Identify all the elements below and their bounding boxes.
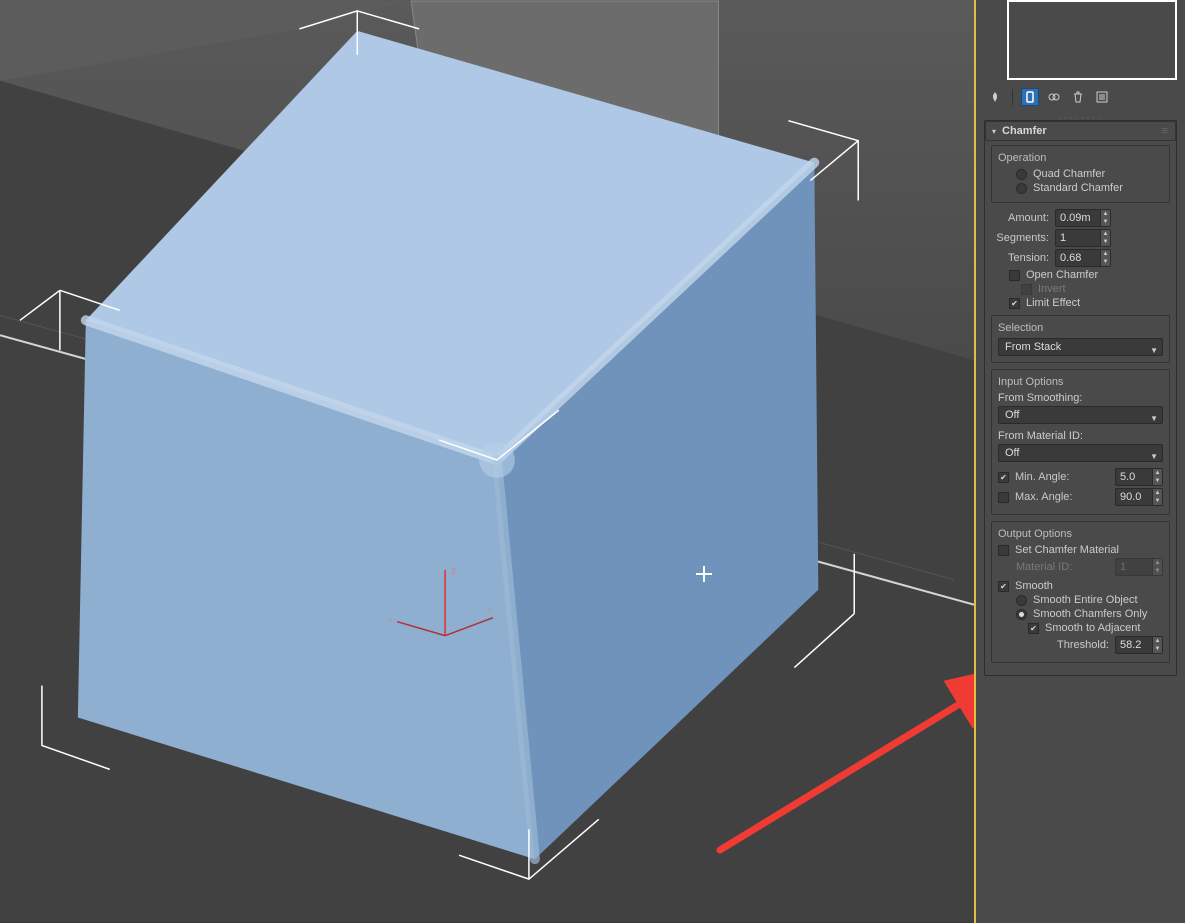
min-angle-spinner[interactable]: 5.0 ▲▼ (1115, 468, 1163, 486)
amount-value[interactable]: 0.09m (1056, 210, 1100, 226)
selection-group: Selection From Stack ▼ (991, 315, 1170, 363)
threshold-up[interactable]: ▲ (1153, 637, 1162, 645)
set-chamfer-material-label: Set Chamfer Material (1015, 544, 1119, 556)
axis-x-label: x (486, 606, 493, 617)
threshold-spinner[interactable]: 58.2 ▲▼ (1115, 636, 1163, 654)
amount-down[interactable]: ▼ (1101, 218, 1110, 226)
delete-icon[interactable] (1069, 88, 1087, 106)
from-smoothing-label: From Smoothing: (998, 392, 1163, 404)
max-angle-down[interactable]: ▼ (1153, 497, 1162, 505)
selection-dropdown[interactable]: From Stack ▼ (998, 338, 1163, 356)
open-chamfer-check[interactable] (1009, 270, 1020, 281)
smooth-label: Smooth (1015, 580, 1053, 592)
min-angle-label: Min. Angle: (1015, 471, 1109, 483)
segments-down[interactable]: ▼ (1101, 238, 1110, 246)
tension-spinner[interactable]: 0.68 ▲▼ (1055, 249, 1111, 267)
operation-group: Operation Quad Chamfer Standard Chamfer (991, 145, 1170, 203)
max-angle-spinner[interactable]: 90.0 ▲▼ (1115, 488, 1163, 506)
min-angle-value[interactable]: 5.0 (1116, 469, 1152, 485)
material-id-spinner: 1 ▲▼ (1115, 558, 1163, 576)
material-id-label: Material ID: (1016, 561, 1109, 573)
input-options-title: Input Options (998, 376, 1163, 388)
amount-up[interactable]: ▲ (1101, 210, 1110, 218)
invert-check (1021, 284, 1032, 295)
max-angle-check[interactable] (998, 492, 1009, 503)
smooth-adjacent-check[interactable] (1028, 623, 1039, 634)
chamfer-rollout: ▾ Chamfer ≡ Operation Quad Chamfer Stand… (984, 120, 1177, 676)
toolbar-separator (1012, 89, 1013, 105)
rollout-title: Chamfer (1002, 125, 1047, 137)
tension-label: Tension: (991, 252, 1049, 264)
threshold-value[interactable]: 58.2 (1116, 637, 1152, 653)
axis-y-label: y (386, 616, 393, 627)
panel-resize-grip[interactable]: ········ (976, 112, 1185, 118)
open-chamfer-label: Open Chamfer (1026, 269, 1098, 281)
viewport-3d[interactable]: z x y (0, 0, 976, 923)
quad-chamfer-label: Quad Chamfer (1033, 168, 1105, 180)
min-angle-down[interactable]: ▼ (1153, 477, 1162, 485)
from-material-value: Off (1005, 447, 1019, 459)
max-angle-label: Max. Angle: (1015, 491, 1109, 503)
segments-spinner[interactable]: 1 ▲▼ (1055, 229, 1111, 247)
invert-label: Invert (1038, 283, 1066, 295)
smooth-chamfers-label: Smooth Chamfers Only (1033, 608, 1147, 620)
threshold-label: Threshold: (1016, 639, 1109, 651)
standard-chamfer-label: Standard Chamfer (1033, 182, 1123, 194)
chevron-down-icon: ▼ (1150, 411, 1158, 427)
amount-spinner[interactable]: 0.09m ▲▼ (1055, 209, 1111, 227)
pin-icon[interactable] (986, 88, 1004, 106)
min-angle-up[interactable]: ▲ (1153, 469, 1162, 477)
smooth-adjacent-label: Smooth to Adjacent (1045, 622, 1140, 634)
set-chamfer-material-check[interactable] (998, 545, 1009, 556)
output-options-group: Output Options Set Chamfer Material Mate… (991, 521, 1170, 663)
segments-label: Segments: (991, 232, 1049, 244)
max-angle-value[interactable]: 90.0 (1116, 489, 1152, 505)
min-angle-check[interactable] (998, 472, 1009, 483)
operation-title: Operation (998, 152, 1163, 164)
tension-down[interactable]: ▼ (1101, 258, 1110, 266)
smooth-chamfers-radio[interactable] (1016, 609, 1027, 620)
viewport-canvas: z x y (0, 0, 974, 923)
tension-up[interactable]: ▲ (1101, 250, 1110, 258)
from-smoothing-value: Off (1005, 409, 1019, 421)
from-material-dropdown[interactable]: Off ▼ (998, 444, 1163, 462)
preview-thumbnail[interactable] (1007, 0, 1177, 80)
limit-effect-check[interactable] (1009, 298, 1020, 309)
material-id-value: 1 (1116, 559, 1152, 575)
selection-title: Selection (998, 322, 1163, 334)
modifier-list-icon[interactable] (1021, 88, 1039, 106)
max-angle-up[interactable]: ▲ (1153, 489, 1162, 497)
chevron-down-icon: ▼ (1150, 343, 1158, 359)
threshold-down[interactable]: ▼ (1153, 645, 1162, 653)
chamfer-rollout-header[interactable]: ▾ Chamfer ≡ (985, 121, 1176, 141)
modifier-toolbar (976, 86, 1185, 112)
rollout-grip[interactable]: ≡ (1162, 125, 1169, 137)
segments-up[interactable]: ▲ (1101, 230, 1110, 238)
smooth-check[interactable] (998, 581, 1009, 592)
tension-value[interactable]: 0.68 (1056, 250, 1100, 266)
selection-value: From Stack (1005, 341, 1061, 353)
show-end-result-icon[interactable] (1045, 88, 1063, 106)
command-panel: ········ ▾ Chamfer ≡ Operation Quad Cham… (976, 0, 1185, 923)
smooth-entire-radio[interactable] (1016, 595, 1027, 606)
input-options-group: Input Options From Smoothing: Off ▼ From… (991, 369, 1170, 515)
segments-value[interactable]: 1 (1056, 230, 1100, 246)
from-smoothing-dropdown[interactable]: Off ▼ (998, 406, 1163, 424)
amount-label: Amount: (991, 212, 1049, 224)
smooth-entire-label: Smooth Entire Object (1033, 594, 1138, 606)
output-options-title: Output Options (998, 528, 1163, 540)
standard-chamfer-radio[interactable] (1016, 183, 1027, 194)
chevron-down-icon: ▼ (1150, 449, 1158, 465)
limit-effect-label: Limit Effect (1026, 297, 1080, 309)
axis-z-label: z (451, 566, 456, 577)
quad-chamfer-radio[interactable] (1016, 169, 1027, 180)
from-material-label: From Material ID: (998, 430, 1163, 442)
configure-icon[interactable] (1093, 88, 1111, 106)
collapse-icon: ▾ (992, 127, 996, 136)
